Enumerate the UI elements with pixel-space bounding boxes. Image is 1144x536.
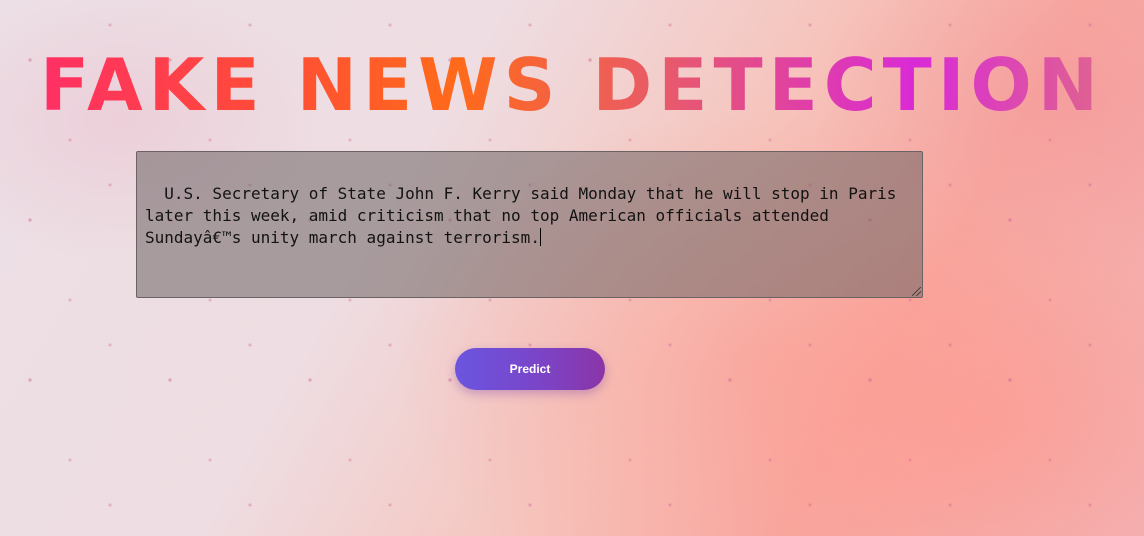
- predict-button[interactable]: Predict: [455, 348, 605, 390]
- news-text-value: U.S. Secretary of State John F. Kerry sa…: [145, 184, 906, 247]
- text-caret: [539, 228, 541, 246]
- page-title: FAKE NEWS DETECTION: [0, 42, 1144, 128]
- news-text-input[interactable]: U.S. Secretary of State John F. Kerry sa…: [136, 151, 923, 298]
- resize-handle-icon[interactable]: [912, 287, 921, 296]
